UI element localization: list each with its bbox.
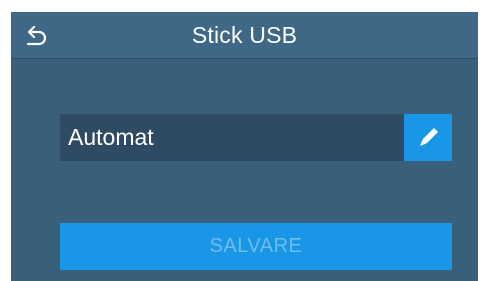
page-title: Stick USB — [191, 22, 298, 48]
name-field[interactable]: Automat — [60, 114, 404, 161]
screen: Stick USB Automat SALVARE — [11, 12, 478, 281]
pencil-icon — [420, 128, 438, 146]
title-bar: Stick USB — [11, 12, 478, 59]
save-button[interactable]: SALVARE — [60, 223, 452, 270]
edit-button[interactable] — [404, 114, 452, 161]
